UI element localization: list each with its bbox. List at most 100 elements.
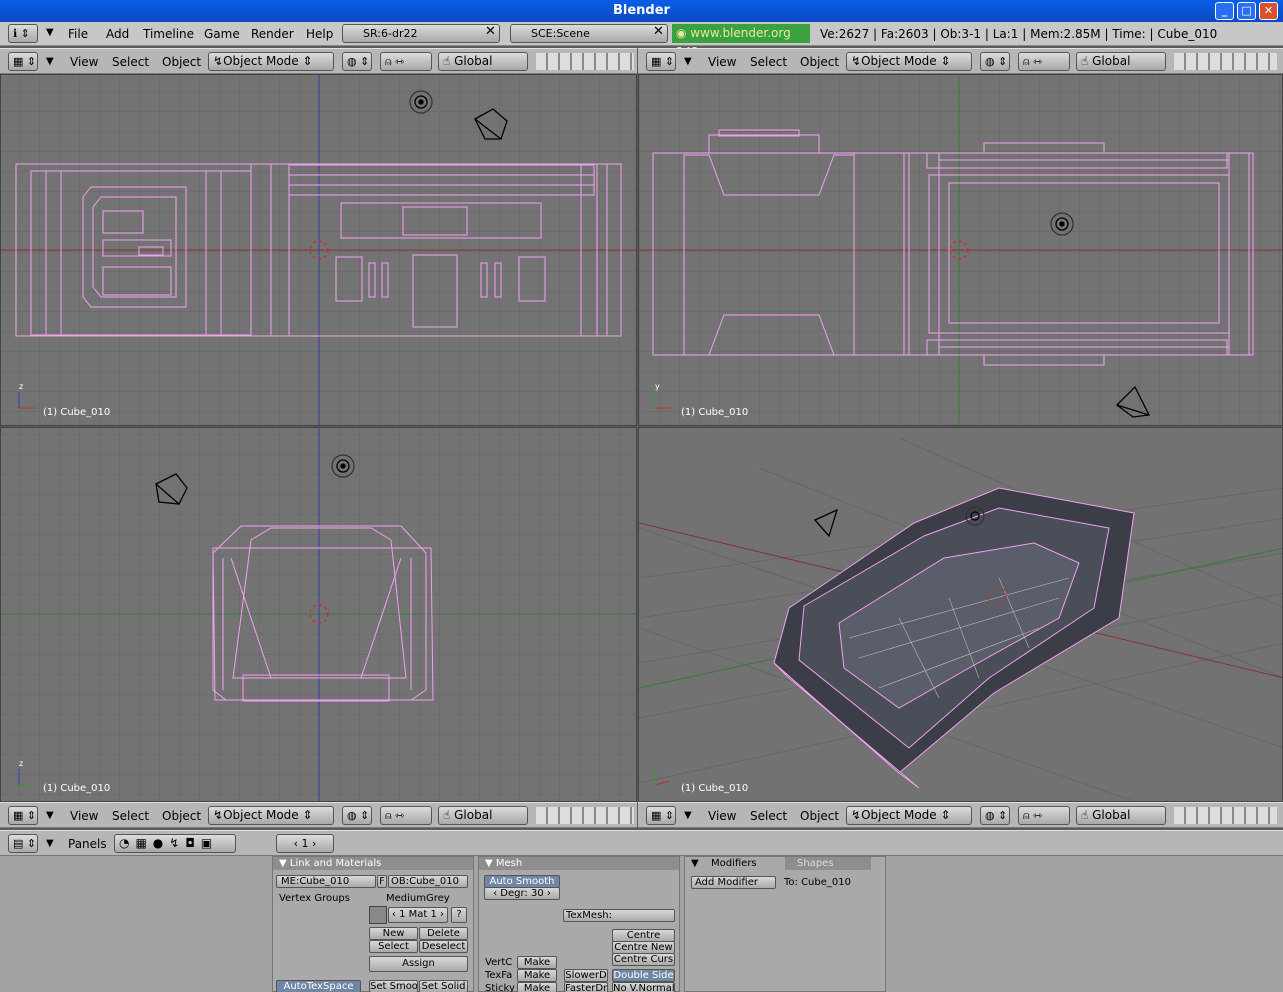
collapse-icon[interactable]: ▼ [46, 27, 54, 38]
viewport-header-top-right: ▦ ⇕ ▼ View Select Object ↯Object Mode ⇕ … [638, 48, 1283, 74]
pivot-icon[interactable]: ⍝ ⇿ [380, 806, 432, 825]
orientation-selector[interactable]: ☝ Global [1076, 806, 1166, 825]
mode-icon: ↯ [851, 808, 862, 822]
collapse-icon[interactable]: ▼ [684, 807, 692, 825]
object-name-field[interactable]: OB:Cube_010 [388, 875, 468, 888]
editor-type-icon[interactable]: ▤ ⇕ [8, 834, 38, 853]
mode-selector[interactable]: ↯Object Mode ⇕ [846, 52, 972, 71]
slower-draw-button[interactable]: SlowerD [564, 969, 608, 982]
draw-type-icon[interactable]: ◍ ⇕ [980, 806, 1010, 825]
menu-add[interactable]: Add [106, 25, 129, 43]
make-vertcol-button[interactable]: Make [517, 956, 557, 969]
pivot-icon[interactable]: ⍝ ⇿ [380, 52, 432, 71]
menu-select[interactable]: Select [750, 807, 787, 825]
layer-buttons[interactable] [1174, 53, 1277, 70]
set-smooth-button[interactable]: Set Smoo [369, 980, 418, 992]
menu-game[interactable]: Game [204, 25, 240, 43]
collapse-icon[interactable]: ▼ [684, 53, 692, 71]
draw-type-icon[interactable]: ◍ ⇕ [980, 52, 1010, 71]
menu-select[interactable]: Select [112, 53, 149, 71]
screen-delete-icon[interactable]: ✕ [485, 24, 496, 39]
new-material-button[interactable]: New [369, 927, 418, 940]
mode-selector[interactable]: ↯Object Mode ⇕ [208, 806, 334, 825]
select-material-button[interactable]: Select [369, 940, 418, 953]
editor-type-icon[interactable]: ▦ ⇕ [646, 806, 676, 825]
layer-buttons[interactable] [536, 807, 634, 824]
link-materials-title: Link and Materials [289, 858, 382, 869]
collapse-icon[interactable]: ▼ [46, 53, 54, 71]
layer-buttons[interactable] [1174, 807, 1277, 824]
autotexspace-toggle[interactable]: AutoTexSpace [276, 980, 361, 992]
svg-text:y: y [655, 382, 660, 391]
menu-object[interactable]: Object [800, 807, 839, 825]
draw-type-icon[interactable]: ◍ ⇕ [342, 52, 372, 71]
add-modifier-button[interactable]: Add Modifier [691, 876, 776, 889]
frame-counter[interactable]: ‹ 1 › [276, 834, 334, 853]
make-sticky-button[interactable]: Make [517, 982, 557, 992]
orientation-selector[interactable]: ☝ Global [438, 52, 528, 71]
collapse-icon[interactable]: ▼ [46, 807, 54, 825]
menu-object[interactable]: Object [162, 807, 201, 825]
orientation-selector[interactable]: ☝ Global [438, 806, 528, 825]
mode-selector[interactable]: ↯Object Mode ⇕ [846, 806, 972, 825]
blender-website-link[interactable]: ◉ www.blender.org 242 [672, 24, 810, 59]
menu-render[interactable]: Render [251, 25, 294, 43]
collapse-icon[interactable]: ▼ [46, 835, 54, 853]
set-solid-button[interactable]: Set Solid [419, 980, 468, 992]
texmesh-field[interactable]: TexMesh: [563, 909, 675, 922]
centre-cursor-button[interactable]: Centre Curs [612, 953, 675, 966]
editor-type-icon[interactable]: ▦ ⇕ [646, 52, 676, 71]
pivot-icon[interactable]: ⍝ ⇿ [1018, 52, 1070, 71]
fake-user-toggle[interactable]: F [377, 875, 387, 888]
faster-draw-button[interactable]: FasterDr [564, 982, 608, 992]
close-button[interactable]: ✕ [1259, 2, 1278, 20]
material-color-swatch[interactable] [369, 906, 387, 924]
mesh-title: Mesh [495, 858, 523, 869]
layer-buttons[interactable] [536, 53, 634, 70]
draw-type-icon[interactable]: ◍ ⇕ [342, 806, 372, 825]
screen-selector[interactable]: SR:6-dr22 [342, 24, 500, 43]
mat-index-label: 1 Mat 1 [399, 909, 437, 920]
viewport-side[interactable]: z (1) Cube_010 [0, 427, 637, 802]
orientation-selector[interactable]: ☝ Global [1076, 52, 1166, 71]
maximize-button[interactable]: □ [1237, 2, 1256, 20]
info-icon[interactable]: ℹ ⇕ [8, 24, 38, 43]
deselect-material-button[interactable]: Deselect [419, 940, 468, 953]
mode-selector[interactable]: ↯Object Mode ⇕ [208, 52, 334, 71]
delete-material-button[interactable]: Delete [419, 927, 468, 940]
menu-select[interactable]: Select [750, 53, 787, 71]
tab-shapes[interactable]: Shapes [785, 857, 871, 870]
scene-selector[interactable]: SCE:Scene [510, 24, 668, 43]
help-button[interactable]: ? [451, 907, 467, 923]
menu-view[interactable]: View [70, 53, 98, 71]
editor-type-icon[interactable]: ▦ ⇕ [8, 806, 38, 825]
menu-view[interactable]: View [70, 807, 98, 825]
link-materials-header: ▼ Link and Materials [273, 857, 473, 870]
material-index-stepper[interactable]: ‹ 1 Mat 1 › [388, 907, 448, 923]
pivot-icon[interactable]: ⍝ ⇿ [1018, 806, 1070, 825]
scene-delete-icon[interactable]: ✕ [653, 24, 664, 39]
menu-select[interactable]: Select [112, 807, 149, 825]
mode-icon: ↯ [213, 54, 224, 68]
texfa-label: TexFa [485, 970, 513, 981]
make-texface-button[interactable]: Make [517, 969, 557, 982]
menu-object[interactable]: Object [162, 53, 201, 71]
menu-view[interactable]: View [708, 53, 736, 71]
viewport-front[interactable]: z (1) Cube_010 [0, 74, 637, 426]
no-vnormal-flip-toggle[interactable]: No V.Normal [612, 982, 675, 992]
menu-view[interactable]: View [708, 807, 736, 825]
menu-timeline[interactable]: Timeline [143, 25, 194, 43]
assign-material-button[interactable]: Assign [369, 956, 468, 972]
viewport-perspective[interactable]: (1) Cube_010 [638, 427, 1283, 802]
tab-modifiers[interactable]: Modifiers [703, 857, 785, 870]
viewport-top[interactable]: y (1) Cube_010 [638, 74, 1283, 426]
editor-type-icon[interactable]: ▦ ⇕ [8, 52, 38, 71]
menu-help[interactable]: Help [306, 25, 333, 43]
minimize-button[interactable]: _ [1215, 2, 1234, 20]
menu-file[interactable]: File [68, 25, 88, 43]
auto-smooth-degree[interactable]: ‹ Degr: 30 › [484, 887, 560, 900]
menu-object[interactable]: Object [800, 53, 839, 71]
double-side-toggle[interactable]: Double Side [612, 969, 675, 982]
context-buttons[interactable]: ◔▦●↯◘▣ [114, 834, 236, 853]
mesh-name-field[interactable]: ME:Cube_010 [276, 875, 376, 888]
